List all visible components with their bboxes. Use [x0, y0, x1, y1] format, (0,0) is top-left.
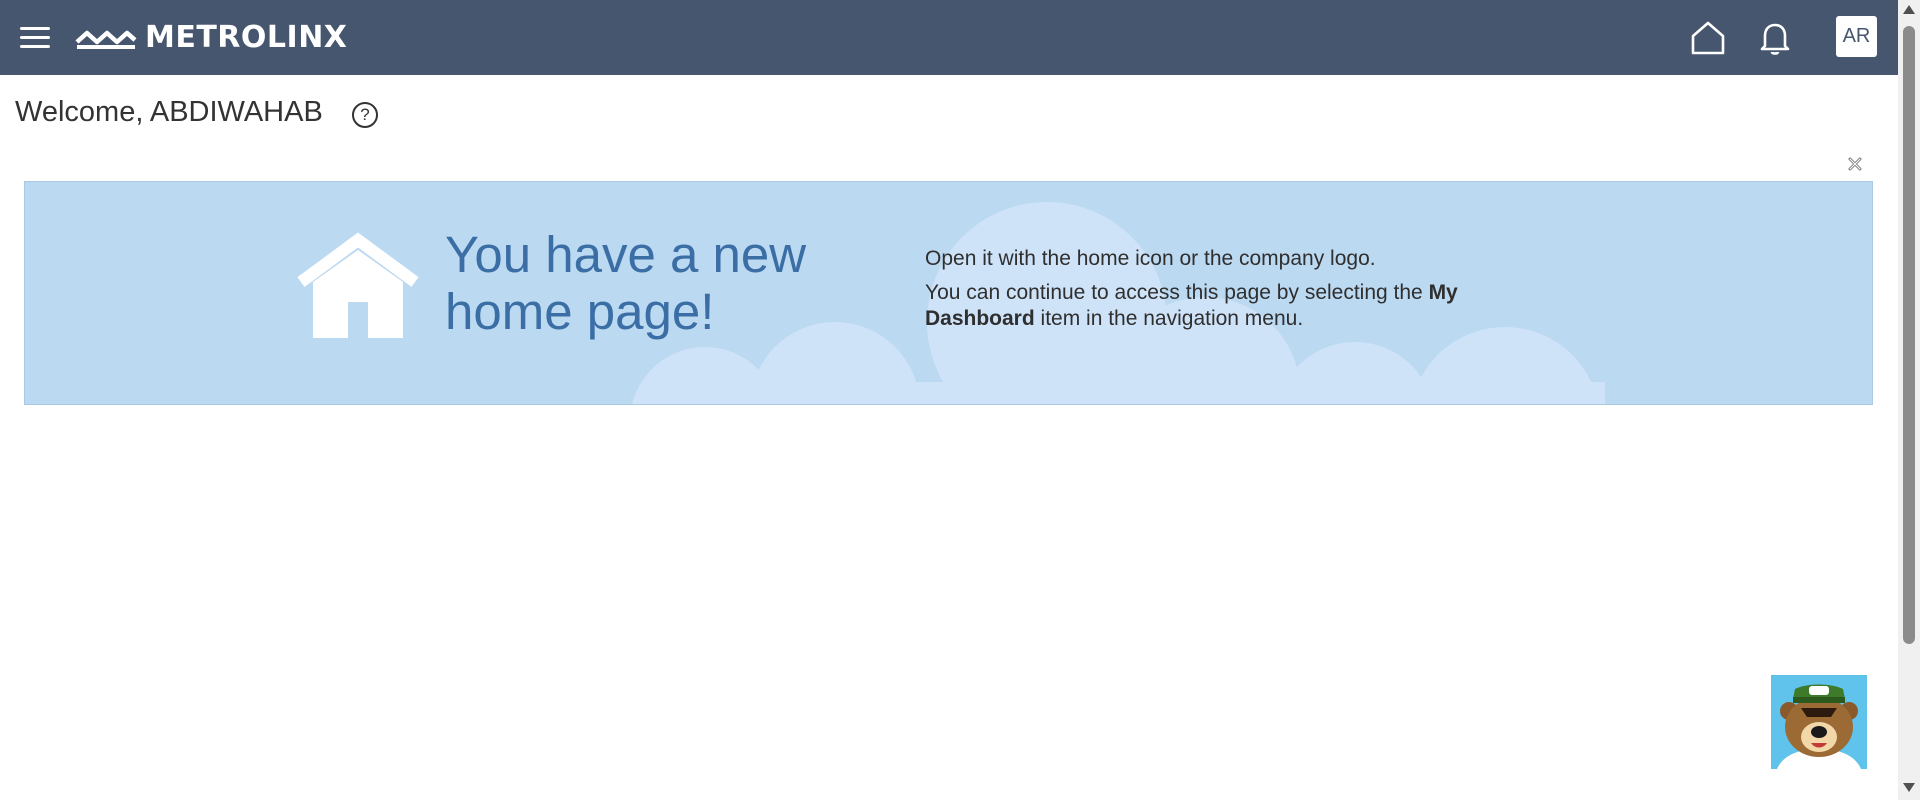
banner-line-2-prefix: You can continue to access this page by … — [925, 281, 1429, 304]
user-avatar[interactable]: AR — [1836, 16, 1877, 57]
home-icon[interactable] — [1689, 19, 1727, 57]
banner-line-2: You can continue to access this page by … — [925, 280, 1545, 332]
scrollbar[interactable] — [1898, 0, 1920, 800]
bear-mascot-graphic — [1777, 684, 1861, 769]
banner-line-2-suffix: item in the navigation menu. — [1034, 307, 1304, 330]
hamburger-menu-icon[interactable] — [20, 25, 50, 49]
scrollbar-thumb[interactable] — [1903, 26, 1915, 644]
top-navigation-bar: METROLINX AR — [0, 0, 1898, 75]
bear-mascot-icon[interactable] — [1771, 675, 1867, 769]
metrolinx-logo-icon — [75, 30, 137, 49]
banner-title: You have a new home page! — [445, 226, 807, 340]
home-icon — [297, 232, 419, 338]
banner-description: Open it with the home icon or the compan… — [925, 246, 1545, 332]
help-icon[interactable]: ? — [352, 102, 378, 128]
banner-line-1: Open it with the home icon or the compan… — [925, 247, 1376, 270]
scroll-up-arrow-icon[interactable] — [1903, 5, 1915, 14]
new-home-page-banner: You have a new home page! Open it with t… — [24, 181, 1873, 405]
company-logo[interactable]: METROLINX — [75, 20, 347, 56]
close-icon[interactable] — [1847, 156, 1863, 172]
scroll-down-arrow-icon[interactable] — [1903, 783, 1915, 792]
welcome-heading: Welcome, ABDIWAHAB — [15, 96, 323, 128]
bell-icon[interactable] — [1759, 20, 1791, 56]
logo-text: METROLINX — [145, 20, 348, 55]
